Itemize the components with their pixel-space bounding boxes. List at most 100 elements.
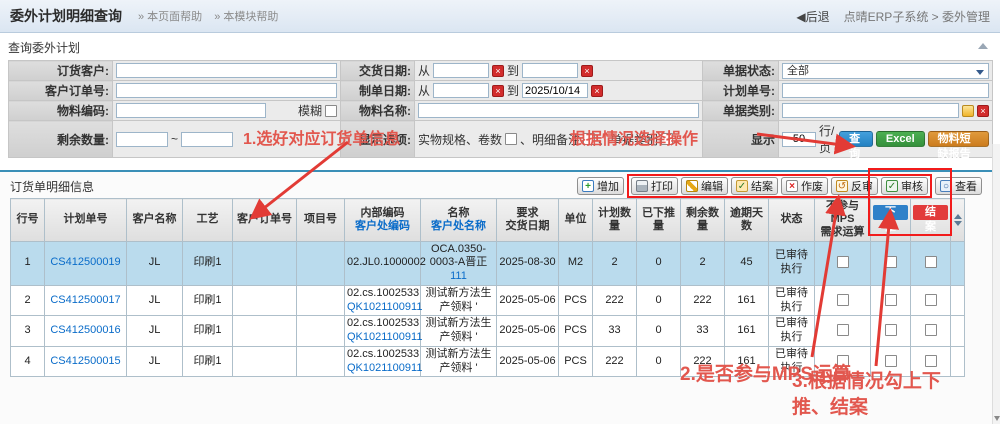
label-material-name: 物料名称:: [341, 101, 415, 121]
label-delivery-date: 交货日期:: [341, 61, 415, 81]
col-status[interactable]: 状态: [769, 199, 815, 242]
col-process[interactable]: 工艺: [183, 199, 233, 242]
col-project[interactable]: 项目号: [297, 199, 345, 242]
mps-checkbox[interactable]: [837, 324, 849, 336]
date-picker-icon[interactable]: [591, 85, 603, 97]
doc-status-select[interactable]: 全部: [782, 63, 989, 79]
close-checkbox[interactable]: [925, 355, 937, 367]
code-link[interactable]: QK1021100911: [347, 362, 418, 376]
push-checkbox[interactable]: [885, 256, 897, 268]
edit-button[interactable]: 编辑: [681, 177, 728, 195]
close-case-button[interactable]: 结案: [731, 177, 778, 195]
from-label: 从: [418, 62, 430, 79]
search-button[interactable]: 查询: [839, 131, 873, 147]
breadcrumb[interactable]: 点晴ERP子系统 > 委外管理: [844, 8, 990, 25]
vertical-scrollbar[interactable]: [992, 144, 1000, 424]
col-req-date[interactable]: 要求交货日期: [497, 199, 559, 242]
option-spec-label: 实物规格、卷数: [418, 131, 502, 148]
code-link[interactable]: QK1021100911: [347, 301, 418, 315]
remain-qty-max-input[interactable]: [181, 132, 233, 147]
col-remain-qty[interactable]: 剩余数量: [681, 199, 725, 242]
col-customer[interactable]: 客户名称: [127, 199, 183, 242]
remark-checkbox[interactable]: [583, 133, 595, 145]
label-make-date: 制单日期:: [341, 81, 415, 101]
close-checkbox[interactable]: [925, 324, 937, 336]
code-link[interactable]: QK1021100911: [347, 331, 418, 345]
remain-qty-min-input[interactable]: [116, 132, 168, 147]
table-row[interactable]: 4 CS412500015 JL 印刷1 02.cs.1002533QK1021…: [11, 346, 965, 377]
plan-no-input[interactable]: [782, 83, 989, 98]
panel-collapse-icon[interactable]: [978, 43, 988, 49]
plan-no-link[interactable]: CS412500016: [50, 324, 120, 336]
chevron-down-icon: [976, 70, 984, 75]
col-collapse[interactable]: [951, 199, 965, 242]
make-date-to-input[interactable]: [522, 83, 588, 98]
push-down-button[interactable]: 下推: [873, 205, 908, 220]
date-picker-icon[interactable]: [581, 65, 593, 77]
table-row[interactable]: 2 CS412500017 JL 印刷1 02.cs.1002533QK1021…: [11, 285, 965, 316]
material-shortage-report-button[interactable]: 物料短缺报告: [928, 131, 989, 147]
date-picker-icon[interactable]: [492, 85, 504, 97]
col-plan-no[interactable]: 计划单号: [45, 199, 127, 242]
page-size-input[interactable]: [782, 132, 816, 147]
add-button[interactable]: 增加: [577, 177, 624, 195]
push-checkbox[interactable]: [885, 355, 897, 367]
spec-checkbox[interactable]: [505, 133, 517, 145]
back-button[interactable]: ◀后退: [796, 8, 829, 25]
push-checkbox[interactable]: [885, 294, 897, 306]
customer-order-no-input[interactable]: [116, 83, 337, 98]
mps-checkbox[interactable]: [837, 256, 849, 268]
plan-no-link[interactable]: CS412500015: [50, 355, 120, 367]
col-mps[interactable]: 不参与MPS需求运算: [815, 199, 871, 242]
print-button[interactable]: 打印: [631, 177, 678, 195]
view-button[interactable]: 查看: [935, 177, 982, 195]
name-link[interactable]: 111: [423, 270, 494, 284]
col-code[interactable]: 内部编码客户处编码: [345, 199, 421, 242]
table-row[interactable]: 1 CS412500019 JL 印刷1 02.JL0.1000002 OCA.…: [11, 241, 965, 285]
make-date-from-input[interactable]: [433, 83, 489, 98]
mps-checkbox[interactable]: [837, 294, 849, 306]
page-title: 委外计划明细查询: [10, 6, 122, 26]
module-help-link[interactable]: » 本模块帮助: [214, 8, 278, 24]
mps-checkbox[interactable]: [837, 355, 849, 367]
material-name-input[interactable]: [418, 103, 699, 118]
col-overdue-days[interactable]: 逾期天数: [725, 199, 769, 242]
doc-type-input[interactable]: [782, 103, 959, 118]
delivery-date-from-input[interactable]: [433, 63, 489, 78]
close-all-button[interactable]: 结案: [913, 205, 948, 220]
fuzzy-checkbox[interactable]: [325, 105, 337, 117]
unaudit-button[interactable]: 反审: [831, 177, 878, 195]
delivery-date-to-input[interactable]: [522, 63, 578, 78]
col-pushed-qty[interactable]: 已下推量: [637, 199, 681, 242]
fuzzy-label: 模糊: [298, 102, 322, 119]
col-line[interactable]: 行号: [11, 199, 45, 242]
excel-button[interactable]: Excel: [876, 131, 925, 147]
audit-button[interactable]: 审核: [881, 177, 928, 195]
date-picker-icon[interactable]: [492, 65, 504, 77]
type-picker-icon[interactable]: [962, 105, 974, 117]
label-material-code: 物料编码:: [9, 101, 113, 121]
close-checkbox[interactable]: [925, 256, 937, 268]
col-push: 下推: [871, 199, 911, 242]
table-row[interactable]: 3 CS412500016 JL 印刷1 02.cs.1002533QK1021…: [11, 316, 965, 347]
col-name[interactable]: 名称客户处名称: [421, 199, 497, 242]
push-checkbox[interactable]: [885, 324, 897, 336]
scroll-down-icon[interactable]: [994, 416, 1000, 421]
order-customer-input[interactable]: [116, 63, 337, 78]
col-plan-qty[interactable]: 计划数量: [593, 199, 637, 242]
plan-no-link[interactable]: CS412500019: [50, 256, 120, 268]
label-customer-order-no: 客户订单号:: [9, 81, 113, 101]
material-code-input[interactable]: [116, 103, 266, 118]
plan-no-link[interactable]: CS412500017: [50, 294, 120, 306]
close-case-icon: [736, 180, 748, 192]
close-checkbox[interactable]: [925, 294, 937, 306]
label-doc-status: 单据状态:: [703, 61, 779, 81]
void-button[interactable]: 作废: [781, 177, 828, 195]
col-cust-order[interactable]: 客户订单号: [233, 199, 297, 242]
label-doc-type: 单据类别:: [703, 101, 779, 121]
page-help-link[interactable]: » 本页面帮助: [138, 8, 202, 24]
query-panel-title: 查询委外计划: [8, 36, 992, 60]
doctype-checkbox[interactable]: [661, 133, 673, 145]
col-unit[interactable]: 单位: [559, 199, 593, 242]
clear-icon[interactable]: [977, 105, 989, 117]
